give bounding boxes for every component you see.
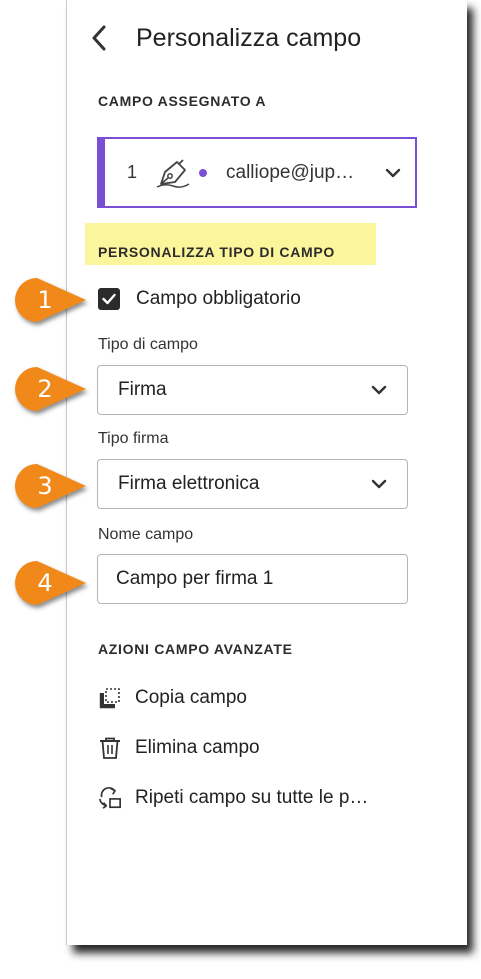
signature-type-value: Firma elettronica bbox=[118, 473, 260, 494]
customize-type-heading: PERSONALIZZA TIPO DI CAMPO bbox=[98, 244, 336, 260]
chevron-down-icon bbox=[371, 479, 387, 489]
field-type-select[interactable]: Firma bbox=[97, 365, 408, 415]
signature-type-select[interactable]: Firma elettronica bbox=[97, 459, 408, 509]
required-checkbox[interactable]: Campo obbligatorio bbox=[98, 288, 301, 310]
recipient-email: calliope@jup… bbox=[226, 161, 355, 183]
page-title: Personalizza campo bbox=[136, 23, 362, 52]
chevron-left-icon bbox=[92, 25, 106, 51]
signature-pen-icon bbox=[155, 156, 191, 190]
copy-field-label: Copia campo bbox=[135, 687, 247, 708]
delete-field-action[interactable]: Elimina campo bbox=[98, 736, 260, 760]
callout-marker-3: 3 bbox=[14, 463, 88, 509]
callout-marker-2: 2 bbox=[14, 366, 88, 412]
copy-field-action[interactable]: Copia campo bbox=[98, 686, 247, 710]
delete-field-label: Elimina campo bbox=[135, 737, 260, 758]
field-type-label: Tipo di campo bbox=[98, 336, 198, 353]
recipient-number: 1 bbox=[127, 162, 138, 182]
callout-number: 2 bbox=[37, 375, 53, 403]
field-name-label: Nome campo bbox=[98, 526, 194, 543]
panel-header: Personalizza campo bbox=[88, 20, 361, 56]
callout-marker-4: 4 bbox=[14, 560, 88, 606]
repeat-field-action[interactable]: Ripeti campo su tutte le p… bbox=[98, 786, 368, 810]
chevron-down-icon bbox=[371, 385, 387, 395]
assigned-to-heading: CAMPO ASSEGNATO A bbox=[98, 93, 267, 109]
callout-number: 1 bbox=[37, 286, 53, 314]
field-name-input[interactable] bbox=[97, 554, 408, 604]
recipient-color-dot bbox=[199, 168, 208, 177]
copy-icon bbox=[98, 686, 122, 710]
signature-type-label: Tipo firma bbox=[98, 430, 169, 447]
repeat-icon bbox=[98, 786, 122, 810]
callout-marker-1: 1 bbox=[14, 277, 88, 323]
callout-number: 3 bbox=[37, 472, 53, 500]
callout-number: 4 bbox=[37, 569, 53, 597]
trash-icon bbox=[98, 736, 122, 760]
chevron-down-icon bbox=[385, 168, 401, 178]
recipient-select[interactable]: 1 calliope@jup… bbox=[97, 137, 417, 208]
field-type-value: Firma bbox=[118, 379, 167, 400]
checkmark-icon bbox=[102, 293, 116, 305]
checkbox-checked[interactable] bbox=[98, 288, 120, 310]
required-checkbox-label: Campo obbligatorio bbox=[136, 288, 301, 309]
back-button[interactable] bbox=[88, 23, 110, 53]
repeat-field-label: Ripeti campo su tutte le p… bbox=[135, 787, 369, 808]
advanced-actions-heading: AZIONI CAMPO AVANZATE bbox=[98, 641, 293, 657]
